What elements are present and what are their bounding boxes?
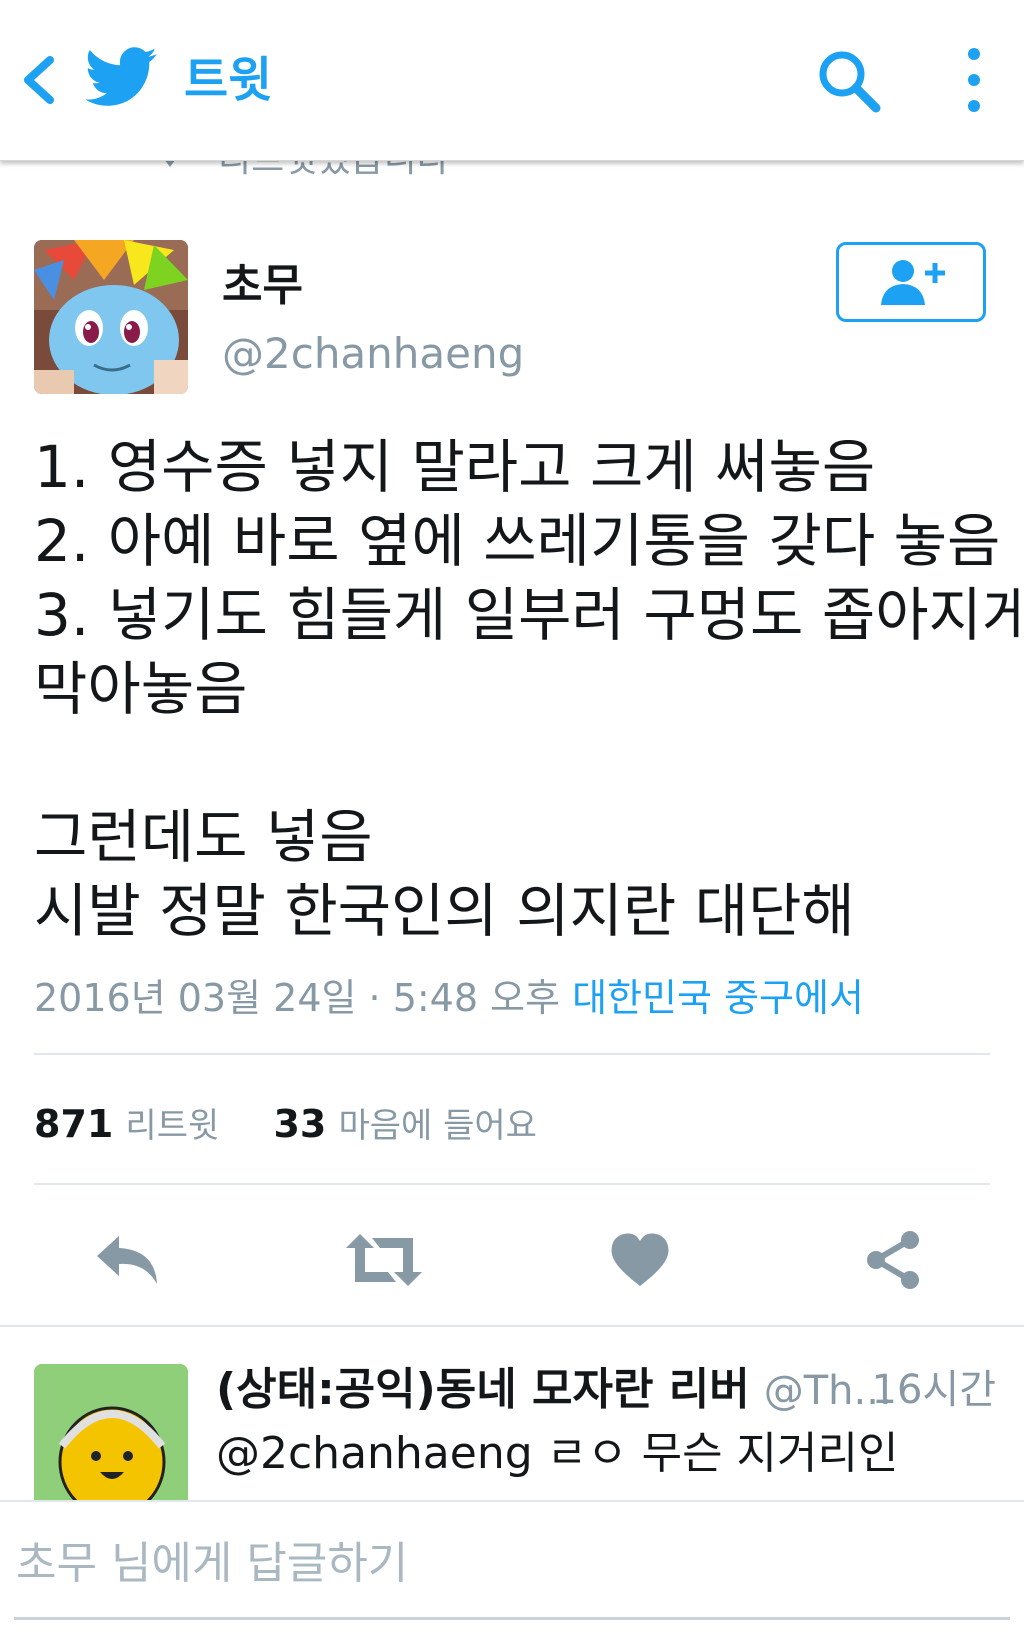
more-vertical-icon xyxy=(968,48,980,112)
like-count-label[interactable]: 마음에 들어요 xyxy=(338,1106,537,1146)
reply-author-name[interactable]: (상태:공익)동네 모자란 리버 xyxy=(216,1364,750,1415)
reply-composer xyxy=(0,1500,1024,1637)
search-icon xyxy=(819,51,881,113)
retweet-button[interactable] xyxy=(344,1220,424,1300)
author-handle[interactable]: @2chanhaeng xyxy=(222,326,524,382)
tweet-text-line: 시발 정말 한국인의 의지란 대단해 xyxy=(34,877,855,945)
tweet-location[interactable]: 대한민국 중구에서 xyxy=(572,976,864,1020)
reply-text: @2chanhaeng ㄹㅇ 무슨 지거리인 xyxy=(216,1428,899,1479)
page-title: 트윗 xyxy=(184,52,273,108)
follow-button[interactable] xyxy=(836,242,986,322)
heart-icon xyxy=(611,1233,669,1286)
share-icon xyxy=(867,1231,919,1289)
retweet-count[interactable]: 871 xyxy=(34,1102,113,1146)
reply-avatar[interactable] xyxy=(34,1364,188,1518)
tweet-text-blank-line xyxy=(34,726,1004,800)
tweet-meta: 2016년 03월 24일 · 5:48 오후 대한민국 중구에서 xyxy=(34,970,864,1026)
reply-icon xyxy=(97,1236,157,1284)
tweet-text-line: 1. 영수증 넣지 말라고 크게 써놓음 xyxy=(34,433,876,501)
reply-input[interactable] xyxy=(14,1522,1012,1604)
tweet-text-line: 3. 넣기도 힘들게 일부러 구멍도 좁아지게 xyxy=(34,581,1024,649)
retweet-count-label[interactable]: 리트윗 xyxy=(125,1106,219,1146)
reply-time: 16시간 xyxy=(871,1367,997,1413)
tweet-text-line: 2. 아예 바로 옆에 쓰레기통을 갖다 놓음 xyxy=(34,507,1001,575)
twitter-bird-icon xyxy=(84,46,158,108)
add-user-icon xyxy=(881,260,945,305)
like-count[interactable]: 33 xyxy=(273,1102,326,1146)
author-avatar[interactable] xyxy=(34,240,188,394)
search-button[interactable] xyxy=(814,46,884,116)
top-bar: 트윗 xyxy=(0,0,1024,161)
tweet-text-line: 그런데도 넣음 xyxy=(34,803,373,871)
divider xyxy=(34,1183,990,1185)
reply-header: (상태:공익)동네 모자란 리버 @Th... 16시간 xyxy=(216,1358,996,1423)
more-options-button[interactable] xyxy=(950,44,998,116)
chevron-left-icon xyxy=(24,56,54,104)
divider xyxy=(34,1053,990,1055)
reply-input-underline xyxy=(14,1617,1010,1620)
tweet-timestamp: 2016년 03월 24일 · 5:48 오후 xyxy=(34,976,561,1020)
back-button[interactable] xyxy=(14,50,64,110)
retweet-icon xyxy=(346,1234,422,1286)
tweet-text: 1. 영수증 넣지 말라고 크게 써놓음 2. 아예 바로 옆에 쓰레기통을 갖… xyxy=(34,430,1024,948)
tweet-text-line: 막아놓음 xyxy=(34,655,248,723)
tweet-actions xyxy=(0,1210,1024,1310)
share-button[interactable] xyxy=(854,1220,934,1300)
reply-button[interactable] xyxy=(88,1220,168,1300)
divider xyxy=(0,1325,1024,1327)
like-button[interactable] xyxy=(600,1220,680,1300)
tweet-stats: 871 리트윗 33 마음에 들어요 xyxy=(34,1096,537,1154)
author-name[interactable]: 초무 xyxy=(222,258,303,314)
